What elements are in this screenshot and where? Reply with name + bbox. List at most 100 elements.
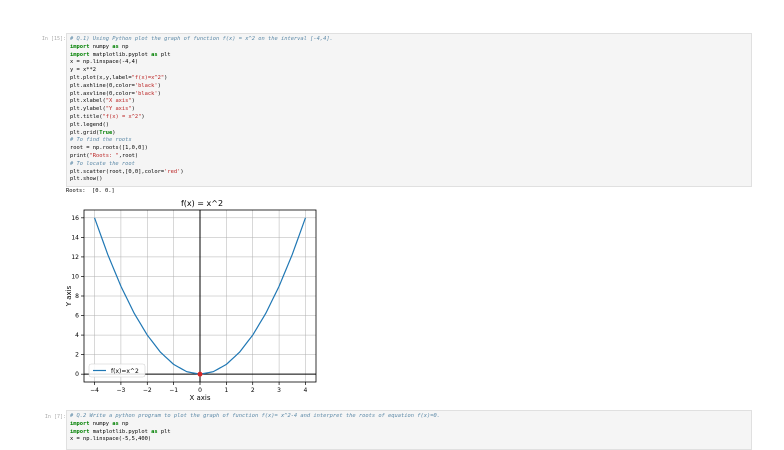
cell-2-input[interactable]: # Q.2 Write a python program to plot the… xyxy=(66,410,752,450)
y-tick-label: 16 xyxy=(71,215,79,222)
code-token: plt.plot(x,y,label= xyxy=(70,74,132,81)
code-token: import xyxy=(70,43,90,50)
y-tick-label: 12 xyxy=(71,254,79,261)
code-token: plt.show() xyxy=(70,176,103,183)
code-token: y = x**2 xyxy=(70,67,96,74)
root-point xyxy=(197,371,203,377)
code-line: plt.axvline(0,color='black') xyxy=(70,91,748,99)
code-token: plt.legend() xyxy=(70,121,109,128)
code-token: 'red' xyxy=(164,168,181,175)
x-tick-label: −4 xyxy=(90,387,99,394)
code-token: matplotlib.pyplot xyxy=(89,428,152,435)
y-tick-label: 4 xyxy=(75,332,79,339)
code-token: numpy xyxy=(89,420,113,427)
x-tick-label: 4 xyxy=(304,387,308,394)
code-token: plt.axvline(0,color= xyxy=(70,90,135,97)
chart-title: f(x) = x^2 xyxy=(181,199,223,208)
code-token: x = np.linspace(-4,4) xyxy=(70,59,139,66)
cell-2-prompt: In [7]: xyxy=(44,414,66,420)
y-tick-label: 8 xyxy=(75,293,79,300)
code-line: x = np.linspace(-4,4) xyxy=(70,59,748,67)
code-line: plt.plot(x,y,label="f(x)=x^2") xyxy=(70,75,748,83)
chart-y-label: Y axis xyxy=(65,285,73,307)
code-line: import matplotlib.pyplot as plt xyxy=(70,429,748,437)
code-token: plt.axhline(0,color= xyxy=(70,82,135,89)
code-token: plt.grid( xyxy=(70,129,100,136)
code-token: plt.xlabel( xyxy=(70,98,106,105)
code-token: ) xyxy=(141,113,145,120)
code-line: x = np.linspace(-5,5,400) xyxy=(70,436,748,444)
chart-fx-x-squared: f(x) = x^2 −4 −3 −2 −1 0 1 2 3 4 0246810121416 X… xyxy=(65,199,317,402)
code-line: import numpy as np xyxy=(70,421,748,429)
x-tick-label: 3 xyxy=(277,387,281,394)
y-tick-label: 14 xyxy=(71,234,79,241)
code-token: plt xyxy=(157,428,171,435)
code-token: matplotlib.pyplot xyxy=(89,51,152,58)
chart-y-ticks: 0 2 4 6 8 10 12 14 16 xyxy=(71,215,84,378)
code-token: plt.ylabel( xyxy=(70,106,106,113)
code-line: print("Roots: ",root) xyxy=(70,153,748,161)
chart-legend: f(x)=x^2 xyxy=(88,363,146,378)
cell-1-output-text: Roots: [0. 0.] xyxy=(66,188,115,194)
code-token: 'black' xyxy=(134,82,158,89)
chart-root-markers xyxy=(197,371,203,377)
code-token: plt.scatter(root,[0,0],color= xyxy=(70,168,165,175)
code-token: ) xyxy=(157,90,161,97)
cell-1-input[interactable]: # Q.1) Using Python plot the graph of fu… xyxy=(66,33,752,187)
code-token: root = np.roots([1,0,0]) xyxy=(70,145,148,152)
code-line: # Q.2 Write a python program to plot the… xyxy=(70,413,748,421)
code-token: 'black' xyxy=(134,90,158,97)
code-line: y = x**2 xyxy=(70,67,748,75)
code-line: # To locate the root xyxy=(70,161,748,169)
code-token: np xyxy=(118,43,129,50)
code-token: "f(x)=x^2" xyxy=(131,74,165,81)
code-token: "Roots: " xyxy=(89,152,119,159)
code-line: plt.ylabel("Y axis") xyxy=(70,106,748,114)
code-token: x = np.linspace(-5,5,400) xyxy=(70,436,152,443)
x-tick-label: −2 xyxy=(143,387,152,394)
legend-label: f(x)=x^2 xyxy=(111,368,139,375)
code-token: # To find the roots xyxy=(70,137,132,144)
code-token: ,root) xyxy=(118,152,139,159)
x-tick-label: 0 xyxy=(198,387,202,394)
y-tick-label: 6 xyxy=(75,313,79,320)
code-line: plt.show() xyxy=(70,176,748,184)
code-token: import xyxy=(70,428,90,435)
code-line: # Q.1) Using Python plot the graph of fu… xyxy=(70,36,748,44)
chart-x-ticks: −4 −3 −2 −1 0 1 2 3 4 xyxy=(90,382,308,394)
code-line: import matplotlib.pyplot as plt xyxy=(70,52,748,60)
code-line: root = np.roots([1,0,0]) xyxy=(70,145,748,153)
code-line: plt.grid(True) xyxy=(70,130,748,138)
code-token: ) xyxy=(164,74,168,81)
x-tick-label: −3 xyxy=(116,387,125,394)
code-token: import xyxy=(70,51,90,58)
code-token: "X axis" xyxy=(105,98,132,105)
code-token: ) xyxy=(131,98,135,105)
code-line: plt.legend() xyxy=(70,122,748,130)
code-token: ) xyxy=(157,82,161,89)
cell-1-prompt: In [15]: xyxy=(41,36,66,42)
x-tick-label: 2 xyxy=(251,387,255,394)
code-line: import numpy as np xyxy=(70,44,748,52)
code-token: ) xyxy=(112,129,116,136)
code-token: import xyxy=(70,420,90,427)
code-token: # To locate the root xyxy=(70,160,135,167)
code-line: plt.title("f(x) = x^2") xyxy=(70,114,748,122)
code-token: True xyxy=(99,129,113,136)
code-token: plt.title( xyxy=(70,113,103,120)
code-token: numpy xyxy=(89,43,113,50)
code-token: plt xyxy=(157,51,171,58)
code-line: plt.scatter(root,[0,0],color='red') xyxy=(70,169,748,177)
code-token: "f(x) = x^2" xyxy=(102,113,142,120)
code-token: # Q.1) Using Python plot the graph of fu… xyxy=(70,36,333,42)
chart-x-label: X axis xyxy=(189,394,210,402)
code-token: # Q.2 Write a python program to plot the… xyxy=(70,413,440,419)
code-line: # To find the roots xyxy=(70,137,748,145)
code-token: "Y axis" xyxy=(105,106,132,113)
code-token: ) xyxy=(131,106,135,113)
code-token: print( xyxy=(70,152,90,159)
code-token: np xyxy=(118,420,129,427)
code-token: ) xyxy=(180,168,184,175)
y-tick-label: 0 xyxy=(75,371,79,378)
y-tick-label: 2 xyxy=(75,352,79,359)
